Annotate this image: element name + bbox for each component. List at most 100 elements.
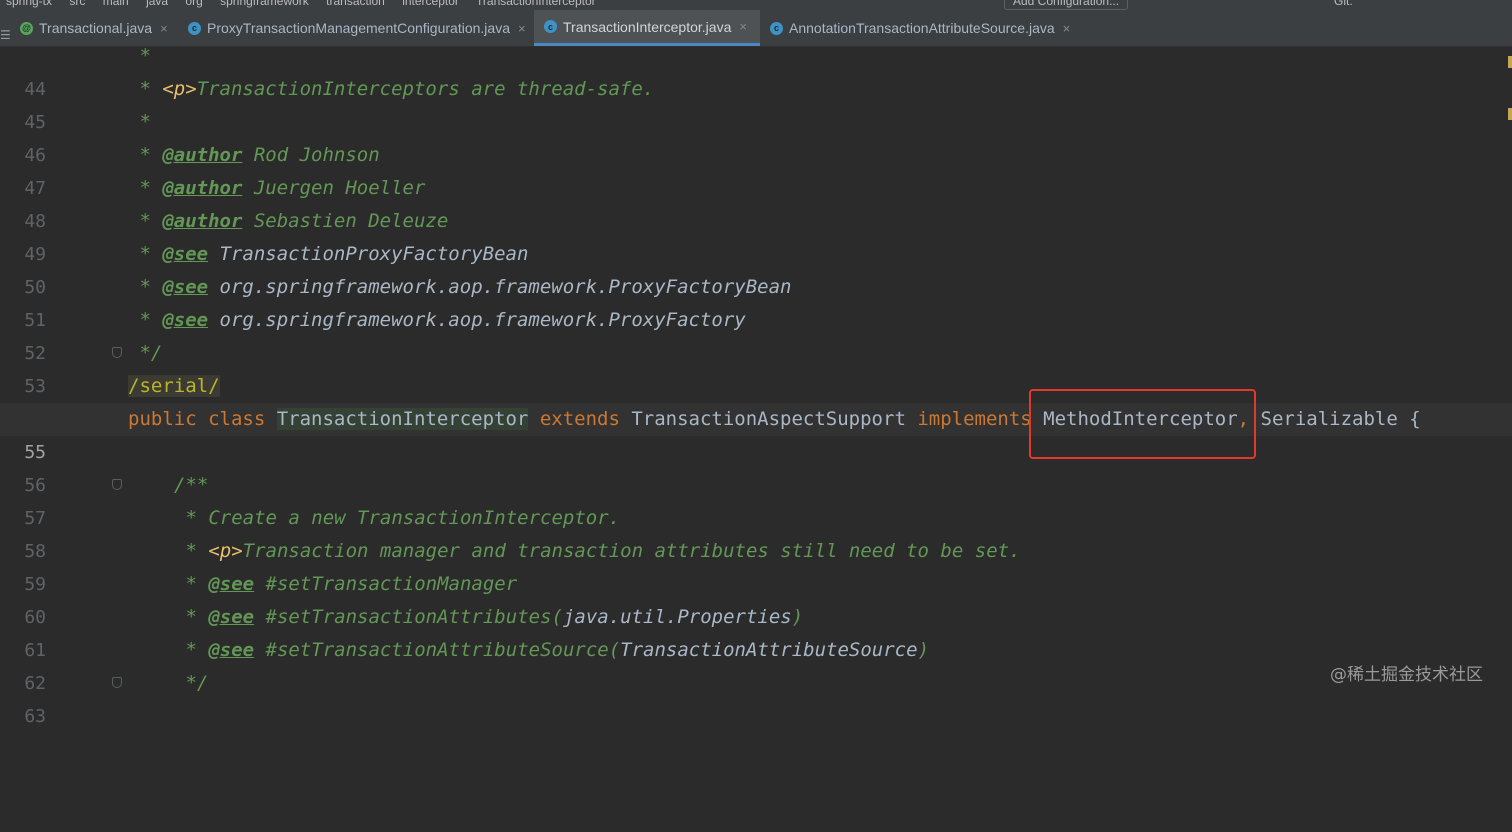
javadoc-tag: @see [208,606,255,628]
doc-reference[interactable]: #setTransactionAttributeSource( [254,639,621,661]
doc-comment: Transaction manager and transaction attr… [242,540,1021,562]
doc-reference[interactable]: org.springframework.aop.framework.ProxyF… [208,276,792,298]
html-tag: <p> [162,78,197,100]
code-line[interactable]: 63 */ [0,667,1512,727]
html-tag: <p> [208,540,243,562]
breadcrumb-item[interactable]: transaction [326,0,385,8]
watermark: @稀土掘金技术社区 [1330,665,1483,685]
doc-comment: * [128,309,163,331]
git-label: Git: [1334,0,1353,8]
javadoc-tag: @author [162,177,243,199]
fold-icon[interactable] [112,347,122,358]
javadoc-tag: @author [162,144,243,166]
code-line[interactable]: 49 * @author Sebastien Deleuze [0,205,1512,265]
fold-icon[interactable] [112,677,122,688]
scrollbar-marker[interactable] [1508,56,1512,68]
doc-reference[interactable]: org.springframework.aop.framework.ProxyF… [208,309,746,331]
class-icon: c [544,20,557,33]
code-line[interactable]: 56 [0,436,1512,496]
code-line[interactable]: 58 * Create a new TransactionInterceptor… [0,502,1512,562]
breadcrumb-item[interactable]: springframework [220,0,309,8]
javadoc-tag: @see [208,573,255,595]
code-line[interactable]: 62 * @see #setTransactionAttributeSource… [0,634,1512,694]
code-line[interactable]: 61 * @see #setTransactionAttributes(java… [0,601,1512,661]
code-line[interactable]: 60 * @see #setTransactionManager [0,568,1512,628]
scrollbar-marker[interactable] [1508,108,1512,120]
doc-comment: * [174,540,209,562]
doc-reference[interactable]: #setTransactionAttributes( [254,606,563,628]
doc-comment: Rod Johnson [242,144,380,166]
doc-comment: /** [174,474,209,496]
doc-comment: * [128,144,163,166]
keyword: extends [528,408,632,430]
doc-comment: * [128,243,163,265]
keyword: implements [905,408,1044,430]
class-name[interactable]: TransactionInterceptor [276,408,529,430]
doc-comment: ) [791,606,804,628]
tab-label: AnnotationTransactionAttributeSource.jav… [789,20,1055,36]
class-icon: c [188,21,201,35]
doc-comment: */ [174,672,209,694]
doc-comment: * [128,78,163,100]
annotation[interactable]: /serial/ [128,375,220,397]
doc-comment: Juergen Hoeller [242,177,426,199]
doc-comment: Sebastien Deleuze [242,210,449,232]
close-icon[interactable]: × [1063,21,1071,36]
code-line[interactable]: 51 * @see org.springframework.aop.framew… [0,271,1512,331]
navigation-bar: spring-tx src main java org springframew… [0,0,1512,10]
code-line[interactable]: 54 /serial/ [0,370,1512,430]
code-line[interactable]: 52 * @see org.springframework.aop.framew… [0,304,1512,364]
doc-reference-type[interactable]: TransactionAttributeSource [620,639,917,661]
doc-comment: ) [917,639,930,661]
tab-label: TransactionInterceptor.java [563,18,732,35]
code-line[interactable]: 46 * [0,106,1512,166]
doc-comment: * [128,111,151,133]
code-line[interactable]: 47 * @author Rod Johnson [0,139,1512,199]
breadcrumb-item[interactable]: org [185,0,202,8]
code-line[interactable]: 50 * @see TransactionProxyFactoryBean [0,238,1512,298]
annotation-icon: @ [20,21,33,35]
javadoc-tag: @see [162,243,209,265]
javadoc-tag: @see [162,276,209,298]
tab-label: Transactional.java [39,20,153,36]
close-icon[interactable]: × [739,19,747,34]
code-line[interactable]: 57 /** [0,469,1512,529]
doc-reference-type[interactable]: java.util.Properties [563,606,792,628]
doc-comment: */ [128,342,163,364]
breadcrumb-item[interactable]: TransactionInterceptor [476,0,596,8]
keyword: public class [128,408,277,430]
highlight-box [1029,389,1256,459]
breadcrumb-item[interactable]: interceptor [402,0,459,8]
code-line-current[interactable]: 55 public class TransactionInterceptor e… [0,403,1512,463]
doc-comment: * [174,639,209,661]
class-icon: c [770,21,783,35]
doc-comment: * [128,210,163,232]
interface-name[interactable]: Serializable { [1249,408,1421,430]
javadoc-tag: @see [208,639,255,661]
close-icon[interactable]: × [160,21,168,36]
superclass-name[interactable]: TransactionAspectSupport [631,408,906,430]
tab-label: ProxyTransactionManagementConfiguration.… [207,20,510,36]
line-number: 63 [24,706,46,727]
javadoc-tag: @see [162,309,209,331]
add-configuration-button[interactable]: Add Configuration... [1004,0,1129,10]
javadoc-tag: @author [162,210,243,232]
code-line[interactable]: 48 * @author Juergen Hoeller [0,172,1512,232]
code-line[interactable]: 44 * [0,40,1512,100]
fold-icon[interactable] [112,479,122,490]
breadcrumb-item[interactable]: src [69,0,85,8]
code-line[interactable]: 45 * <p>TransactionInterceptors are thre… [0,73,1512,133]
close-icon[interactable]: × [518,21,526,36]
doc-comment: * Create a new TransactionInterceptor. [174,507,621,529]
doc-reference[interactable]: TransactionProxyFactoryBean [208,243,529,265]
breadcrumb-item[interactable]: java [146,0,168,8]
doc-reference[interactable]: #setTransactionManager [254,573,518,595]
code-line[interactable]: 53 */ [0,337,1512,397]
breadcrumb-item[interactable]: spring-tx [6,0,52,8]
doc-comment: * [128,276,163,298]
code-line[interactable]: 59 * <p>Transaction manager and transact… [0,535,1512,595]
doc-comment: * [128,45,151,67]
breadcrumb-item[interactable]: main [103,0,129,8]
breadcrumb[interactable]: spring-tx src main java org springframew… [6,0,610,8]
doc-comment: * [174,606,209,628]
